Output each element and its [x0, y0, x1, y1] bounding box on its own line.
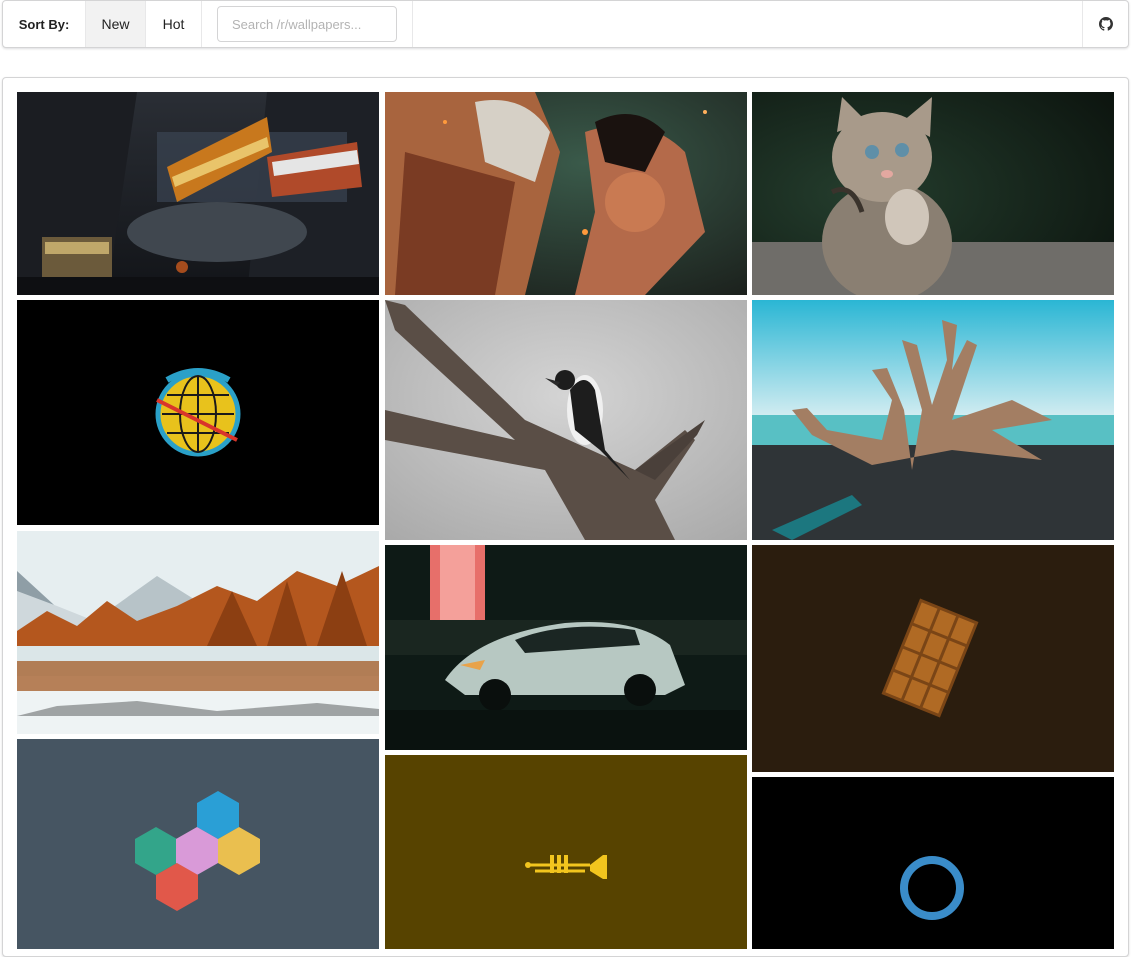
github-icon — [1098, 17, 1113, 31]
wallpaper-trains-image — [17, 92, 379, 295]
wallpaper-driftwood-image — [752, 300, 1114, 540]
wallpaper-chocolate-image — [752, 545, 1114, 772]
wallpaper-sports-car[interactable] — [385, 545, 747, 750]
menu-spacer — [413, 1, 1082, 47]
github-link[interactable] — [1082, 1, 1128, 47]
wallpaper-autumn-lake-image — [17, 531, 379, 734]
wallpaper-kitten[interactable] — [752, 92, 1114, 295]
wallpaper-hexagons-image — [17, 739, 379, 949]
wallpaper-trains[interactable] — [17, 92, 379, 295]
wallpaper-trumpet-image — [385, 755, 747, 949]
top-menu: Sort By: New Hot — [2, 0, 1129, 48]
sort-by-label: Sort By: — [18, 16, 70, 32]
search-input[interactable] — [217, 6, 397, 42]
wallpaper-autumn-lake[interactable] — [17, 531, 379, 734]
wallpaper-blue-ring-image — [752, 777, 1114, 949]
search-container — [201, 1, 413, 47]
wallpaper-kitten-image — [752, 92, 1114, 295]
wallpaper-kingfisher-image — [385, 300, 747, 540]
wallpaper-trumpet[interactable] — [385, 755, 747, 949]
wallpaper-sports-car-image — [385, 545, 747, 750]
wallpaper-blue-ring[interactable] — [752, 777, 1114, 949]
wallpaper-chocolate[interactable] — [752, 545, 1114, 772]
wallpaper-kingfisher[interactable] — [385, 300, 747, 540]
wallpaper-driftwood[interactable] — [752, 300, 1114, 540]
wallpaper-hexagons[interactable] — [17, 739, 379, 949]
wallpaper-space-jam[interactable] — [17, 300, 379, 525]
wallpaper-space-jam-image — [17, 300, 379, 525]
wallpaper-titans[interactable] — [385, 92, 747, 295]
wallpaper-gallery — [2, 77, 1129, 957]
sort-hot-button[interactable]: Hot — [145, 1, 201, 47]
sort-new-button[interactable]: New — [85, 1, 145, 47]
wallpaper-titans-image — [385, 92, 747, 295]
